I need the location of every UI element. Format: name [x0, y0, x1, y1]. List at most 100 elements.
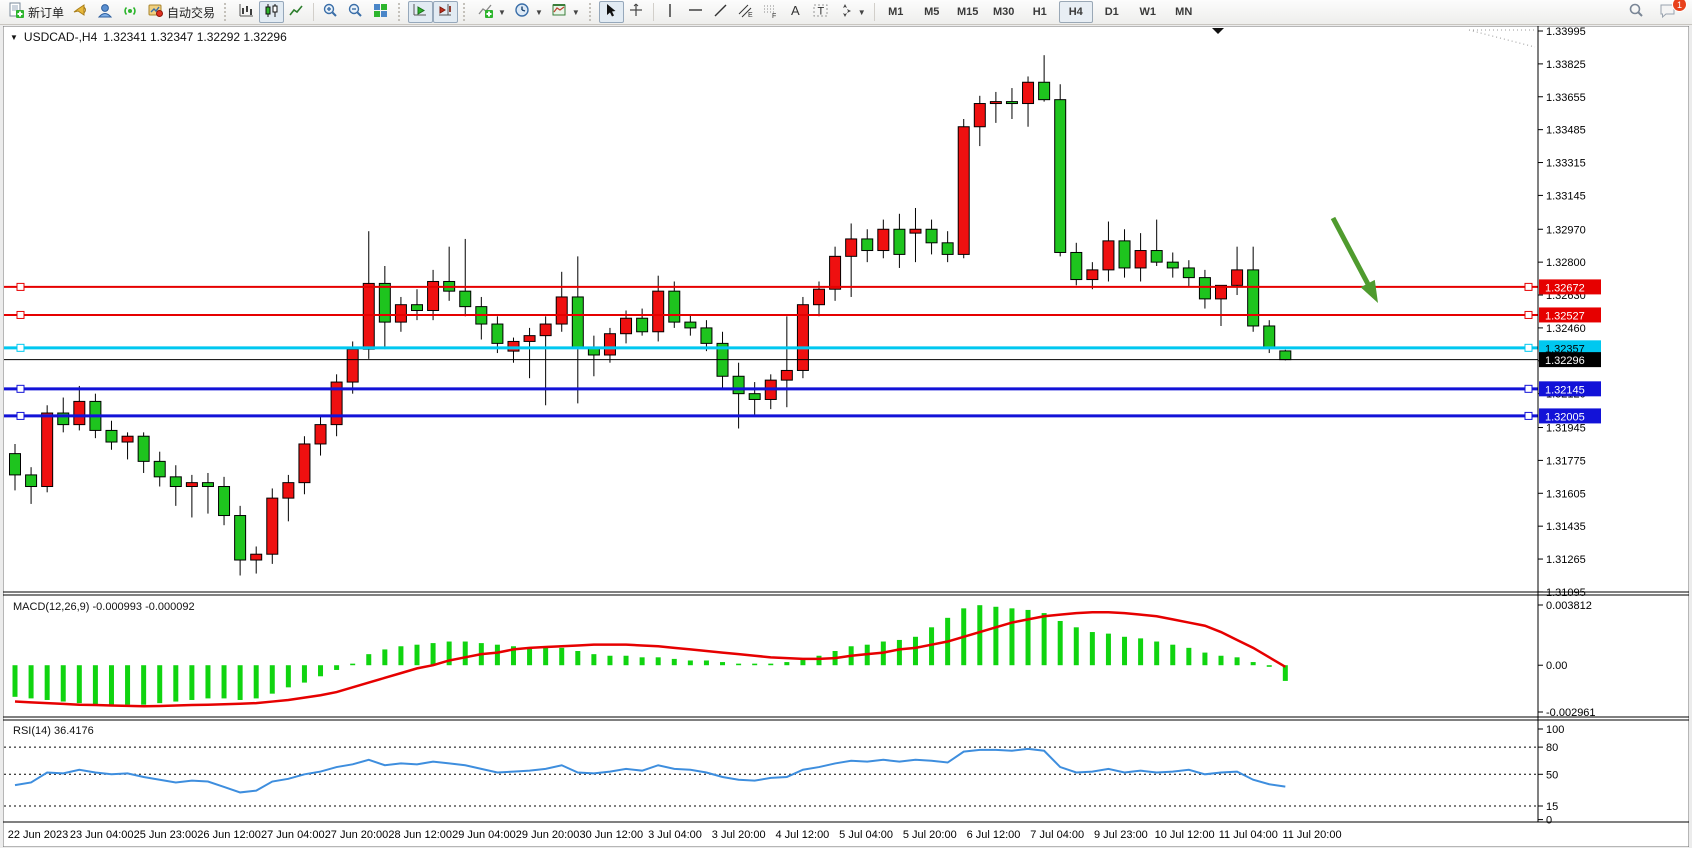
time-axis-label[interactable]: 27 Jun 20:00 — [325, 829, 389, 841]
time-axis-label[interactable]: 25 Jun 23:00 — [134, 829, 198, 841]
cursor-icon — [603, 2, 620, 22]
indicators-button[interactable]: ▼ — [473, 1, 510, 23]
hline-handle[interactable] — [1525, 412, 1532, 419]
timeframe-D1[interactable]: D1 — [1095, 1, 1129, 23]
trendline-icon — [712, 2, 729, 22]
templates-caret-icon: ▼ — [572, 8, 580, 17]
macd-histogram-bar — [913, 637, 918, 665]
periods-button[interactable]: ▼ — [510, 1, 547, 23]
time-axis-label[interactable]: 3 Jul 04:00 — [648, 829, 702, 841]
candle-down — [170, 477, 181, 487]
hline-handle[interactable] — [17, 412, 24, 419]
line-chart-button[interactable] — [284, 1, 309, 23]
text-button[interactable]: A — [783, 1, 808, 23]
timeframe-W1[interactable]: W1 — [1131, 1, 1165, 23]
chart-title: ▼ USDCAD-,H4 1.32341 1.32347 1.32292 1.3… — [10, 30, 287, 44]
time-axis-label[interactable]: 26 Jun 12:00 — [197, 829, 261, 841]
candle-up — [363, 283, 374, 349]
auto-scroll-button[interactable] — [408, 1, 433, 23]
trendline-button[interactable] — [708, 1, 733, 23]
timeframe-M5[interactable]: M5 — [915, 1, 949, 23]
time-axis-label[interactable]: 28 Jun 12:00 — [388, 829, 452, 841]
macd-histogram-bar — [415, 645, 420, 666]
time-axis-label[interactable]: 3 Jul 20:00 — [712, 829, 766, 841]
timeframe-H1[interactable]: H1 — [1023, 1, 1057, 23]
macd-histogram-bar — [125, 665, 130, 704]
timeframe-MN[interactable]: MN — [1167, 1, 1201, 23]
time-axis-label[interactable]: 29 Jun 20:00 — [516, 829, 580, 841]
macd-histogram-bar — [591, 654, 596, 665]
autotrading-button[interactable]: 自动交易 — [143, 1, 219, 23]
cursor-button[interactable] — [599, 1, 624, 23]
time-axis-label[interactable]: 11 Jul 20:00 — [1282, 829, 1341, 841]
price-tick-label: 1.33145 — [1546, 190, 1586, 202]
time-axis-label[interactable]: 23 Jun 04:00 — [70, 829, 134, 841]
candle-up — [781, 370, 792, 380]
timeframe-H4[interactable]: H4 — [1059, 1, 1093, 23]
candle-down — [412, 305, 423, 311]
hline-handle[interactable] — [1525, 385, 1532, 392]
macd-histogram-bar — [817, 656, 822, 665]
time-axis-label[interactable]: 27 Jun 04:00 — [261, 829, 325, 841]
timeframe-M30[interactable]: M30 — [987, 1, 1021, 23]
hline-handle[interactable] — [1525, 283, 1532, 290]
bar-chart-button[interactable] — [234, 1, 259, 23]
candle-down — [1248, 270, 1259, 326]
community-button[interactable] — [93, 1, 118, 23]
hline-handle[interactable] — [17, 344, 24, 351]
timeframe-M15[interactable]: M15 — [951, 1, 985, 23]
candle-up — [428, 281, 439, 310]
time-axis-label[interactable]: 5 Jul 04:00 — [839, 829, 893, 841]
search-button[interactable] — [1623, 1, 1649, 23]
time-axis-label[interactable]: 29 Jun 04:00 — [452, 829, 516, 841]
line-chart-icon — [288, 2, 305, 22]
candlestick-chart-button[interactable] — [259, 1, 284, 23]
shapes-dropdown-button[interactable]: ▼ — [833, 1, 870, 23]
time-axis-label[interactable]: 30 Jun 12:00 — [579, 829, 643, 841]
hline-handle[interactable] — [17, 283, 24, 290]
chart-context-icon[interactable]: ▼ — [10, 33, 18, 42]
candle-up — [186, 483, 197, 487]
candle-down — [733, 376, 744, 393]
time-axis-label[interactable]: 6 Jul 12:00 — [967, 829, 1021, 841]
time-axis-label[interactable]: 11 Jul 04:00 — [1219, 829, 1278, 841]
time-axis-label[interactable]: 9 Jul 23:00 — [1094, 829, 1148, 841]
chart-canvas[interactable]: 1.339951.338251.336551.334851.333151.331… — [3, 26, 1689, 847]
hline-handle[interactable] — [1525, 344, 1532, 351]
horizontal-line-button[interactable] — [683, 1, 708, 23]
candle-up — [1087, 270, 1098, 280]
time-axis-label[interactable]: 7 Jul 04:00 — [1030, 829, 1084, 841]
macd-values: -0.000993 -0.000092 — [92, 601, 194, 613]
chart-shift-button[interactable] — [433, 1, 458, 23]
chat-button[interactable]: 1 — [1655, 1, 1682, 23]
new-order-button[interactable]: 新订单 — [4, 1, 68, 23]
signals-button[interactable] — [118, 1, 143, 23]
crosshair-button[interactable] — [624, 1, 649, 23]
hline-handle[interactable] — [17, 385, 24, 392]
candle-down — [26, 475, 37, 487]
vertical-line-button[interactable] — [658, 1, 683, 23]
time-axis-label[interactable]: 22 Jun 2023 — [8, 829, 69, 841]
shapes-caret-icon: ▼ — [858, 8, 866, 17]
timeframe-M1[interactable]: M1 — [879, 1, 913, 23]
fibonacci-button[interactable]: F — [758, 1, 783, 23]
hline-handle[interactable] — [1525, 311, 1532, 318]
macd-histogram-bar — [993, 607, 998, 665]
macd-histogram-bar — [157, 665, 162, 703]
candle-down — [637, 318, 648, 332]
macd-histogram-bar — [1042, 613, 1047, 665]
zoom-out-button[interactable] — [343, 1, 368, 23]
macd-axis-label: 0.00 — [1546, 660, 1567, 672]
alerts-horn-button[interactable] — [68, 1, 93, 23]
rsi-axis-label: 0 — [1546, 815, 1552, 827]
time-axis-label[interactable]: 5 Jul 20:00 — [903, 829, 957, 841]
text-label-button[interactable]: T — [808, 1, 833, 23]
equidistant-channel-button[interactable]: E — [733, 1, 758, 23]
hline-handle[interactable] — [17, 311, 24, 318]
zoom-in-button[interactable] — [318, 1, 343, 23]
price-badge-label: 1.32145 — [1545, 384, 1585, 396]
tile-windows-button[interactable] — [368, 1, 393, 23]
time-axis-label[interactable]: 10 Jul 12:00 — [1155, 829, 1215, 841]
templates-button[interactable]: ▼ — [547, 1, 584, 23]
time-axis-label[interactable]: 4 Jul 12:00 — [775, 829, 829, 841]
